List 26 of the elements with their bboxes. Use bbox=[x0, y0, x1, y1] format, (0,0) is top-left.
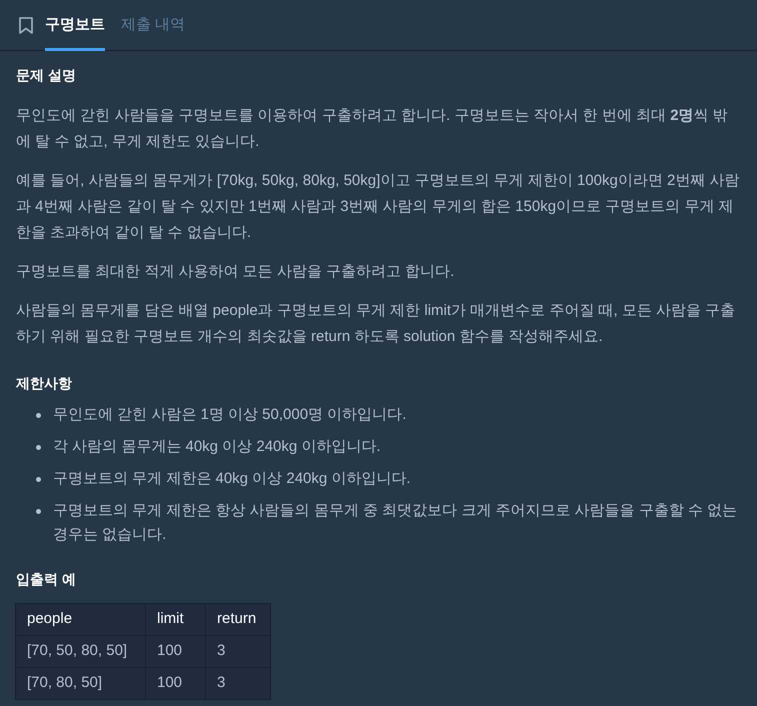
paragraph: 무인도에 갇힌 사람들을 구명보트를 이용하여 구출하려고 합니다. 구명보트는 작아서 한 번에 최대 2명씩 밖에 탈 수 없고, 무게 제한도 있습니다. bbox=[16, 106, 729, 152]
section-heading: 문제 설명 bbox=[16, 66, 77, 85]
table-cell: [70, 80, 50] bbox=[16, 668, 146, 700]
bullet-icon bbox=[36, 509, 41, 514]
bullet-icon bbox=[36, 413, 41, 418]
paragraph: 사람들의 몸무게를 담은 배열 people과 구명보트의 무게 제한 limit가 매개변수로 주어질 때, 모든 사람을 구출하기 위해 필요한 구명보트 개수의 최솟값을 return 하도록 solution 함수를 작성해주세요. bbox=[16, 301, 736, 347]
table-cell: 100 bbox=[146, 668, 206, 700]
section-heading: 입출력 예 bbox=[16, 570, 77, 589]
table-cell: 3 bbox=[206, 668, 270, 700]
table-header-cell: return bbox=[206, 604, 270, 636]
tab[interactable]: 구명보트 bbox=[45, 0, 105, 51]
table-cell: 3 bbox=[206, 636, 270, 668]
bookmark-icon[interactable] bbox=[19, 16, 33, 34]
list-item-text: 각 사람의 몸무게는 40kg 이상 240kg 이하입니다. bbox=[53, 437, 381, 457]
paragraph: 구명보트를 최대한 적게 사용하여 모든 사람을 구출하려고 합니다. bbox=[16, 262, 456, 282]
bullet-icon bbox=[36, 477, 41, 482]
section-heading: 제한사항 bbox=[16, 374, 73, 393]
list-item-text: 구명보트의 무게 제한은 항상 사람들의 몸무게 중 최댓값보다 크게 주어지므로 사람들을 구출할 수 없는 경우는 없습니다. bbox=[53, 501, 738, 545]
paragraph: 예를 들어, 사람들의 몸무게가 [70kg, 50kg, 80kg, 50kg]이고 구명보트의 무게 제한이 100kg이라면 2번째 사람과 4번째 사람은 같이 탈 수 있지만 1번째 사람과 3번째 사람의 무게의 합은 150kg이므로 구명보트의 무게 제한을 초과하여 같이 탈 수 없습니다. bbox=[16, 171, 741, 243]
table-cell: [70, 50, 80, 50] bbox=[16, 636, 146, 668]
bullet-icon bbox=[36, 445, 41, 450]
list-item-text: 구명보트의 무게 제한은 40kg 이상 240kg 이하입니다. bbox=[53, 469, 411, 489]
table-header-cell: people bbox=[16, 604, 146, 636]
list-item-text: 무인도에 갇힌 사람은 1명 이상 50,000명 이하입니다. bbox=[53, 405, 406, 425]
table-cell: 100 bbox=[146, 636, 206, 668]
table-header-cell: limit bbox=[146, 604, 206, 636]
